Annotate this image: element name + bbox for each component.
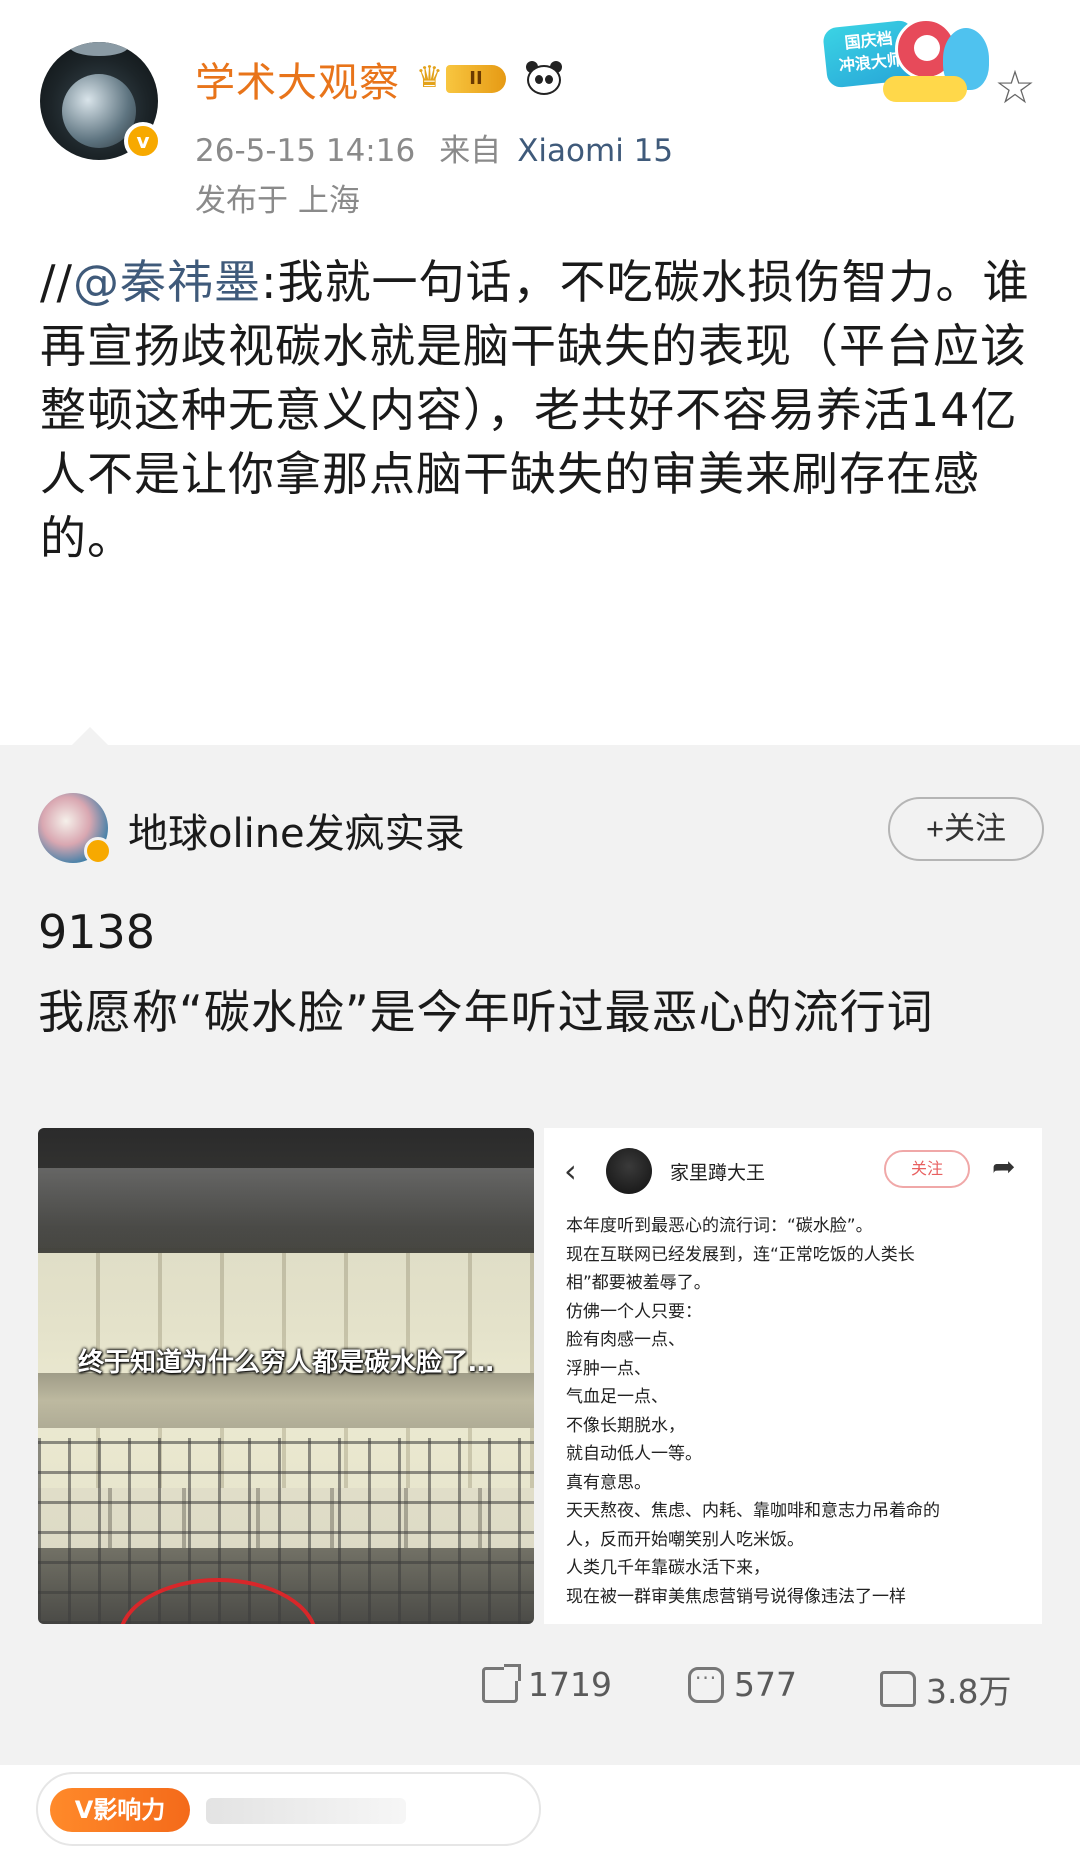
screenshot-line: 仿佛一个人只要： — [566, 1301, 702, 1322]
post-body-prefix: // — [40, 255, 73, 309]
post-meta: 26-5-15 14:16 来自 Xiaomi 15 — [195, 125, 673, 170]
panda-icon[interactable] — [524, 59, 564, 99]
influence-tag: V影响力 — [50, 1788, 190, 1832]
like-button[interactable]: 3.8万 — [880, 1665, 1011, 1713]
back-arrow-icon: ‹ — [564, 1152, 577, 1190]
post-header: v 学术大观察 ♛ II 26-5-15 14:16 来自 Xiaomi 15 发布… — [0, 0, 1080, 230]
screenshot-follow: 关注 — [884, 1150, 970, 1188]
post-timestamp: 26-5-15 14:16 — [195, 133, 416, 169]
comment-button[interactable]: 577 — [688, 1665, 797, 1704]
retweet-actions: 1719 577 3.8万 — [0, 1663, 1080, 1725]
rank-level: II — [446, 65, 506, 93]
retweet-notch — [72, 727, 108, 745]
thumbs-up-icon — [880, 1671, 916, 1707]
ufo-graphic — [70, 42, 128, 56]
retweet-image-screenshot[interactable]: ‹ 家里蹲大王 关注 ➦ 本年度听到最恶心的流行词：“碳水脸”。 现在互联网已经… — [544, 1128, 1042, 1624]
screenshot-line: 真有意思。 — [566, 1472, 651, 1493]
crown-icon: ♛ — [416, 60, 443, 95]
screenshot-line: 人，反而开始嘲笑别人吃米饭。 — [566, 1529, 804, 1550]
retweet-card[interactable]: 地球oline发疯实录 +关注 9138 我愿称“碳水脸”是今年听过最恶心的流行… — [0, 727, 1080, 1765]
retweet-avatar[interactable] — [38, 793, 112, 865]
screenshot-text: 本年度听到最恶心的流行词：“碳水脸”。 现在互联网已经发展到，连“正常吃饭的人类… — [566, 1212, 1026, 1611]
author-avatar[interactable]: v — [40, 42, 162, 160]
screenshot-line: 浮肿一点、 — [566, 1358, 651, 1379]
influence-placeholder — [206, 1798, 406, 1824]
product-row — [38, 1253, 534, 1313]
mention-link[interactable]: @秦祎墨 — [73, 255, 261, 309]
retweet-image-supermarket[interactable]: 终于知道为什么穷人都是碳水脸了… — [38, 1128, 534, 1624]
rank-badge[interactable]: ♛ II — [416, 61, 512, 97]
like-count: 3.8万 — [926, 1672, 1012, 1711]
repost-icon — [482, 1663, 521, 1703]
screenshot-line: 就自动低人一等。 — [566, 1444, 702, 1464]
post-location: 发布于 上海 — [195, 183, 360, 219]
author-username[interactable]: 学术大观察 — [195, 50, 400, 108]
float-ring-icon — [883, 76, 967, 102]
screenshot-line: 相”都要被羞辱了。 — [566, 1273, 711, 1293]
retweet-username[interactable]: 地球oline发疯实录 — [128, 801, 465, 859]
display-glass — [38, 1168, 534, 1248]
repost-count: 1719 — [528, 1665, 612, 1704]
username-row: 学术大观察 ♛ II — [195, 50, 564, 108]
screenshot-line: 现在被一群审美焦虑营销号说得像违法了一样 — [566, 1586, 906, 1607]
screenshot-line: 人类几千年靠碳水活下来， — [566, 1558, 770, 1578]
source-device[interactable]: Xiaomi 15 — [517, 133, 673, 169]
image-caption: 终于知道为什么穷人都是碳水脸了… — [77, 1348, 494, 1378]
influence-bar[interactable]: V影响力 — [36, 1772, 541, 1846]
share-arrow-icon: ➦ — [992, 1150, 1016, 1183]
source-label: 来自 — [439, 133, 502, 169]
post-body: //@秦祎墨:我就一句话，不吃碳水损伤智力。谁再宣扬歧视碳水就是脑干缺失的表现（… — [40, 250, 1045, 570]
repost-button[interactable]: 1719 — [482, 1663, 612, 1704]
screenshot-line: 气血足一点、 — [566, 1387, 668, 1407]
screenshot-username: 家里蹲大王 — [670, 1162, 766, 1184]
screenshot-line: 天天熬夜、焦虑、内耗、靠咖啡和意志力吊着命的 — [566, 1501, 940, 1521]
screenshot-line: 不像长期脱水， — [566, 1415, 685, 1436]
screenshot-line: 脸有肉感一点、 — [566, 1330, 685, 1350]
verified-icon — [84, 837, 112, 865]
follow-button[interactable]: +关注 — [888, 797, 1044, 861]
screenshot-line: 现在互联网已经发展到，连“正常吃饭的人类长 — [566, 1244, 915, 1265]
verified-icon: v — [124, 122, 162, 160]
comment-count: 577 — [734, 1665, 797, 1704]
comment-icon — [688, 1666, 724, 1703]
retweet-count-text: 9138 — [38, 905, 156, 959]
screenshot-avatar — [606, 1148, 652, 1194]
screenshot-line: 本年度听到最恶心的流行词：“碳水脸”。 — [566, 1216, 873, 1236]
retweet-text: 我愿称“碳水脸”是今年听过最恶心的流行词 — [38, 985, 934, 1039]
event-badge[interactable]: 国庆档 冲浪大师 — [822, 14, 1000, 114]
favorite-star-icon[interactable]: ☆ — [990, 62, 1040, 112]
